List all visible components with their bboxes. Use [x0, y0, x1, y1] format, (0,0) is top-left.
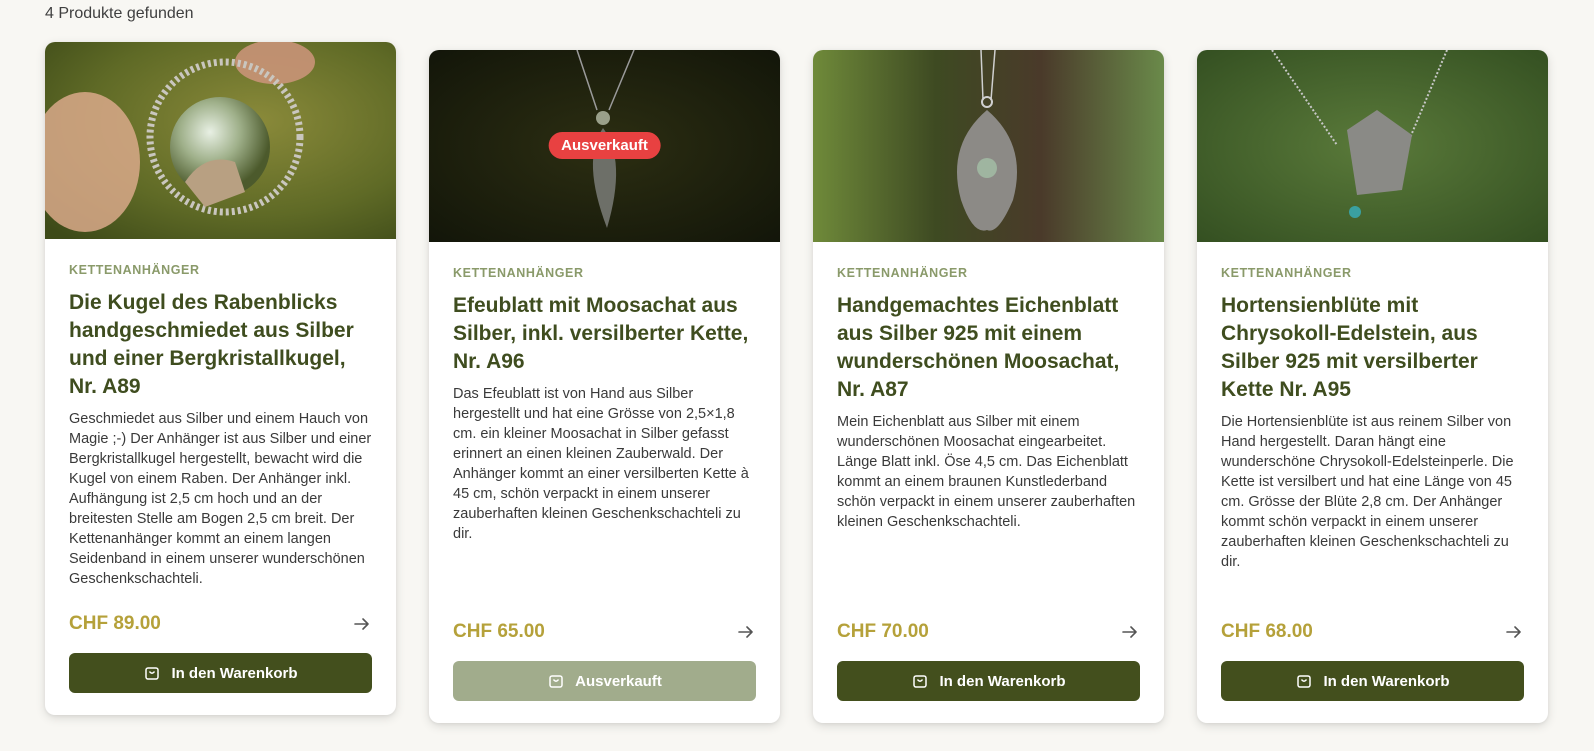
product-description: Mein Eichenblatt aus Silber mit einem wu… [837, 414, 1136, 530]
add-to-cart-label: In den Warenkorb [939, 672, 1066, 690]
shopping-bag-icon [913, 675, 928, 688]
product-card[interactable]: KETTENANHÄNGER Die Kugel des Rabenblicks… [45, 42, 396, 715]
product-price: CHF 68.00 [1221, 621, 1313, 642]
product-description: Geschmiedet aus Silber und einem Hauch v… [69, 411, 372, 587]
add-to-cart-button[interactable]: In den Warenkorb [837, 661, 1140, 701]
product-category: KETTENANHÄNGER [1221, 266, 1352, 280]
product-card[interactable]: Ausverkauft KETTENANHÄNGER Efeublatt mit… [429, 50, 780, 723]
product-description: Die Hortensienblüte ist aus reinem Silbe… [1221, 414, 1514, 570]
price-row: CHF 68.00 [1221, 621, 1524, 643]
product-image[interactable] [813, 50, 1164, 242]
product-description: Das Efeublatt ist von Hand aus Silber he… [453, 386, 749, 542]
product-category: KETTENANHÄNGER [837, 266, 968, 280]
card-body: KETTENANHÄNGER Handgemachtes Eichenblatt… [813, 242, 1164, 723]
sold-out-button[interactable]: Ausverkauft [453, 661, 756, 701]
price-row: CHF 70.00 [837, 621, 1140, 643]
product-grid: KETTENANHÄNGER Die Kugel des Rabenblicks… [45, 42, 1548, 723]
add-to-cart-label: In den Warenkorb [1323, 672, 1450, 690]
arrow-right-icon[interactable] [1120, 622, 1140, 642]
add-to-cart-button[interactable]: In den Warenkorb [1221, 661, 1524, 701]
price-row: CHF 89.00 [69, 613, 372, 635]
card-body: KETTENANHÄNGER Hortensienblüte mit Chrys… [1197, 242, 1548, 723]
product-image[interactable] [45, 42, 396, 239]
product-image[interactable] [1197, 50, 1548, 242]
sold-out-badge: Ausverkauft [548, 132, 661, 159]
product-category: KETTENANHÄNGER [69, 263, 200, 277]
product-title[interactable]: Handgemachtes Eichenblatt aus Silber 925… [837, 292, 1140, 404]
result-count: 4 Produkte gefunden [45, 5, 194, 22]
arrow-right-icon[interactable] [1504, 622, 1524, 642]
arrow-right-icon[interactable] [352, 614, 372, 634]
product-price: CHF 70.00 [837, 621, 929, 642]
product-price: CHF 65.00 [453, 621, 545, 642]
shopping-bag-icon [145, 667, 160, 680]
product-title[interactable]: Die Kugel des Rabenblicks handgeschmiede… [69, 289, 372, 401]
arrow-right-icon[interactable] [736, 622, 756, 642]
product-title[interactable]: Hortensienblüte mit Chrysokoll-Edelstein… [1221, 292, 1524, 404]
card-body: KETTENANHÄNGER Die Kugel des Rabenblicks… [45, 239, 396, 715]
card-body: KETTENANHÄNGER Efeublatt mit Moosachat a… [429, 242, 780, 723]
sold-out-label: Ausverkauft [575, 672, 662, 690]
product-card[interactable]: KETTENANHÄNGER Hortensienblüte mit Chrys… [1197, 50, 1548, 723]
shopping-bag-icon [1297, 675, 1312, 688]
product-category: KETTENANHÄNGER [453, 266, 584, 280]
product-card[interactable]: KETTENANHÄNGER Handgemachtes Eichenblatt… [813, 50, 1164, 723]
product-image[interactable]: Ausverkauft [429, 50, 780, 242]
add-to-cart-label: In den Warenkorb [171, 664, 298, 682]
add-to-cart-button[interactable]: In den Warenkorb [69, 653, 372, 693]
shopping-bag-icon [549, 675, 563, 688]
product-price: CHF 89.00 [69, 613, 161, 634]
product-title[interactable]: Efeublatt mit Moosachat aus Silber, inkl… [453, 292, 756, 376]
price-row: CHF 65.00 [453, 621, 756, 643]
